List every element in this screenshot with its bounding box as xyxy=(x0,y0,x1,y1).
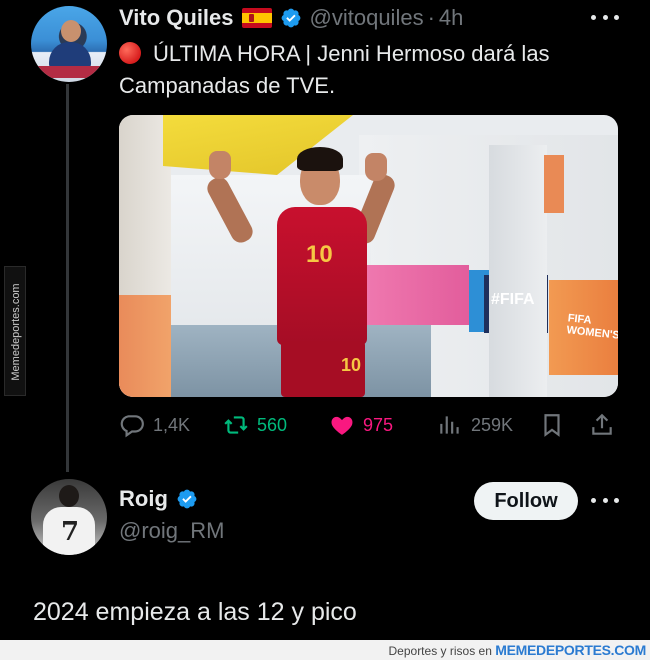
photo-wall-text: #FIFA xyxy=(491,291,535,308)
avatar[interactable] xyxy=(31,6,107,82)
side-watermark: Memedeportes.com xyxy=(4,266,26,396)
footer-prefix: Deportes y risos en xyxy=(388,644,492,658)
reply-button[interactable]: 1,4K xyxy=(119,410,190,440)
reply-count: 1,4K xyxy=(153,414,191,435)
verified-icon xyxy=(177,489,197,509)
bookmark-icon xyxy=(544,414,560,437)
reply-author-name[interactable]: Roig xyxy=(119,486,168,512)
thread-line xyxy=(66,84,69,472)
author-name[interactable]: Vito Quiles xyxy=(119,5,234,31)
heart-icon xyxy=(331,416,353,435)
author-handle[interactable]: @vitoquiles xyxy=(310,5,424,31)
reply-avatar[interactable]: 7 xyxy=(31,479,107,555)
avatar-shirt-number: 7 xyxy=(61,517,80,547)
spain-flag-icon xyxy=(241,8,272,28)
views-count: 259K xyxy=(471,414,514,435)
separator: · xyxy=(427,5,435,30)
side-watermark-text: Memedeportes.com xyxy=(10,283,22,381)
footer-brand: MEMEDEPORTES.COM xyxy=(495,642,646,658)
bookmark-button[interactable] xyxy=(539,410,565,440)
red-circle-icon xyxy=(119,42,141,64)
like-count: 975 xyxy=(363,414,394,435)
tweet-header: Vito Quiles @vitoquiles · 4h xyxy=(119,4,463,32)
reply-header: Roig xyxy=(119,484,198,514)
reply-author-handle[interactable]: @roig_RM xyxy=(119,518,224,544)
tweet-text: ÚLTIMA HORA | Jenni Hermoso dará las Cam… xyxy=(119,38,639,102)
retweet-count: 560 xyxy=(257,414,288,435)
footer-watermark-text: Deportes y risos en MEMEDEPORTES.COM xyxy=(389,642,647,658)
views-button[interactable]: 259K xyxy=(437,410,513,440)
reply-icon xyxy=(120,415,144,438)
tweet-actions: 1,4K 560 975 259K xyxy=(119,410,619,440)
more-icon[interactable] xyxy=(591,495,619,505)
retweet-button[interactable]: 560 xyxy=(223,410,287,440)
jersey-number: 10 xyxy=(306,241,333,268)
shorts-number: 10 xyxy=(341,355,362,375)
verified-icon xyxy=(281,8,300,28)
tweet-body: ÚLTIMA HORA | Jenni Hermoso dará las Cam… xyxy=(119,41,550,98)
reply-text: 2024 empieza a las 12 y pico xyxy=(33,598,357,626)
share-button[interactable] xyxy=(589,410,615,440)
retweet-icon xyxy=(224,416,248,434)
views-icon xyxy=(440,416,459,434)
tweet-photo[interactable]: #FIFA FIFA WOMEN'S 10 10 xyxy=(119,115,618,397)
more-icon[interactable] xyxy=(591,12,619,22)
timestamp[interactable]: 4h xyxy=(439,5,463,31)
like-button[interactable]: 975 xyxy=(329,410,393,440)
follow-button[interactable]: Follow xyxy=(474,482,578,520)
footer-watermark: Deportes y risos en MEMEDEPORTES.COM xyxy=(0,640,650,660)
share-icon xyxy=(592,413,612,435)
